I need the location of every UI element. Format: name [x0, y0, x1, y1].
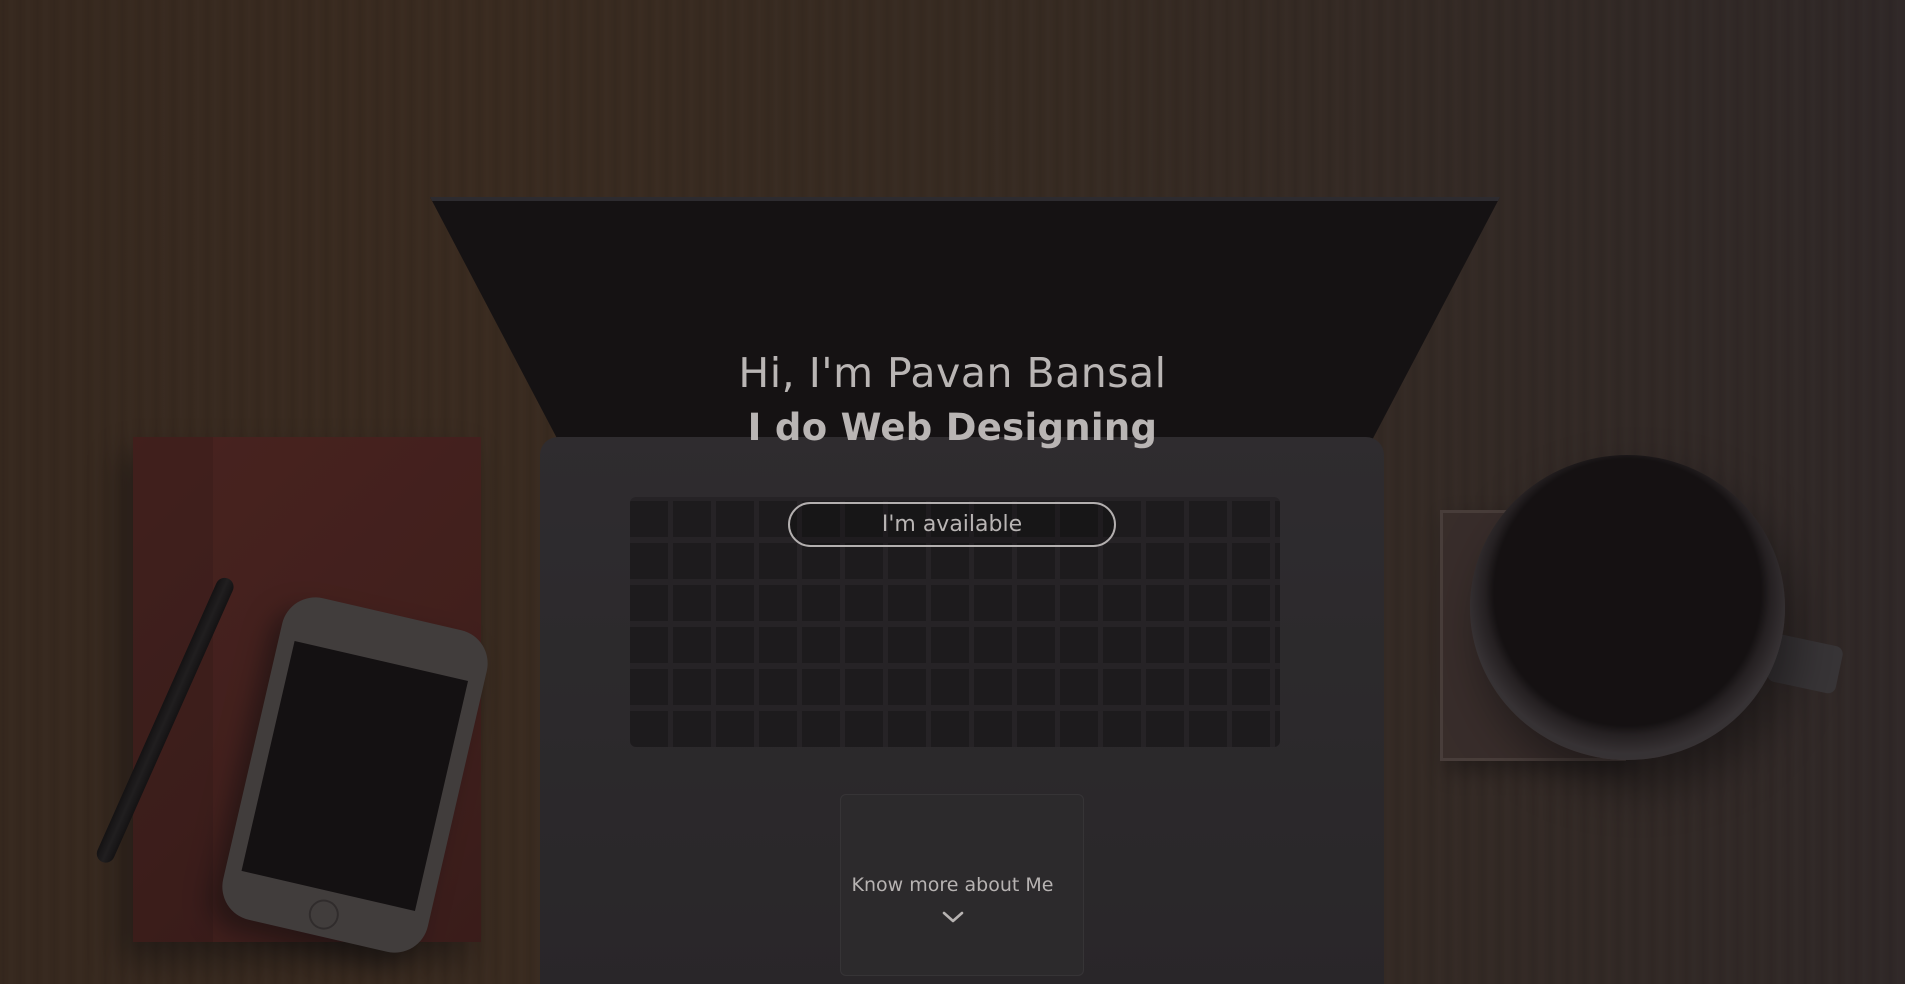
dark-overlay: [0, 0, 1905, 984]
know-more-link[interactable]: Know more about Me: [0, 872, 1905, 930]
chevron-down-icon[interactable]: [941, 908, 965, 926]
know-more-label: Know more about Me: [851, 874, 1054, 896]
intro-text: Hi, I'm Pavan Bansal I do Web Designing: [0, 345, 1905, 455]
greeting-heading: Hi, I'm Pavan Bansal: [738, 349, 1167, 397]
available-button[interactable]: I'm available: [788, 502, 1116, 547]
hero-section: Hi, I'm Pavan Bansal I do Web Designing …: [0, 0, 1905, 984]
tagline-heading: I do Web Designing: [747, 406, 1158, 449]
